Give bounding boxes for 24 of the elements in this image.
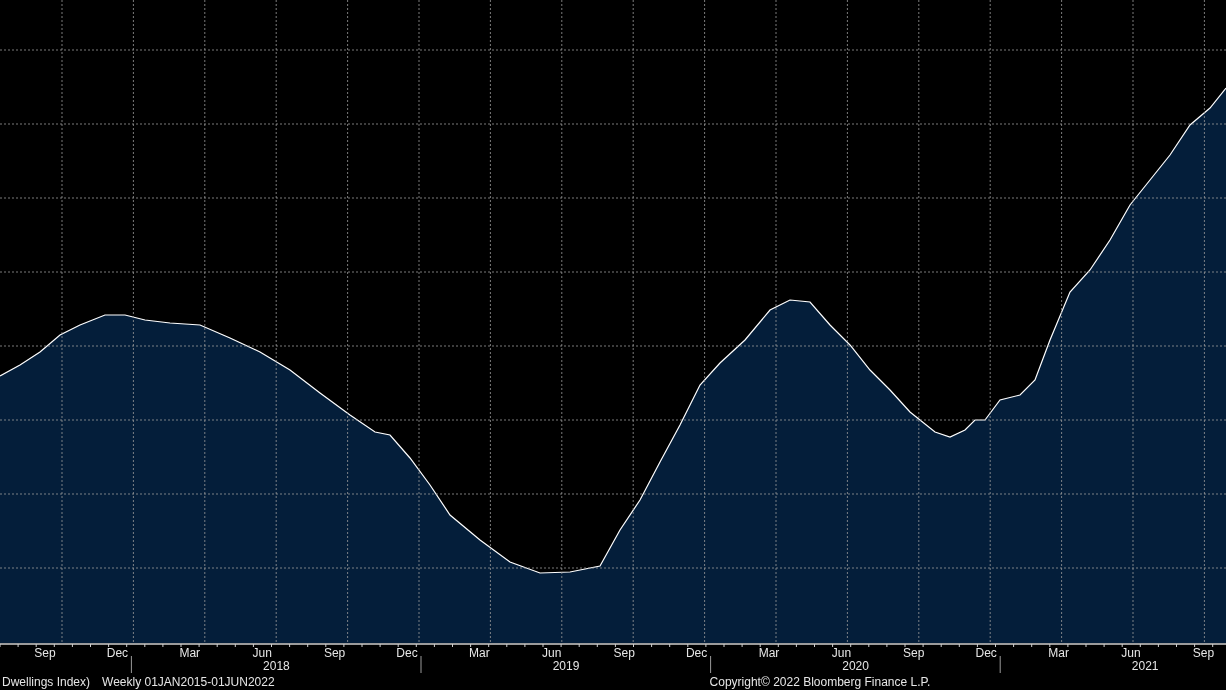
month-label: Mar xyxy=(1048,646,1069,660)
month-label: Sep xyxy=(323,646,346,660)
month-label: Sep xyxy=(613,646,635,660)
month-label: Mar xyxy=(469,646,490,660)
month-label: Dec xyxy=(396,646,418,660)
month-label: Dec xyxy=(685,646,708,660)
month-label: Mar xyxy=(758,646,780,660)
series-name: Dwellings Index) xyxy=(2,675,91,689)
year-label: 2021 xyxy=(1131,659,1159,673)
year-label: 2020 xyxy=(842,659,869,673)
month-label: Dec xyxy=(975,646,997,660)
month-label: Jun xyxy=(831,646,852,660)
month-label: Jun xyxy=(1121,646,1141,660)
copyright-text: Copyright© 2022 Bloomberg Finance L.P. xyxy=(709,675,931,689)
month-label: Jun xyxy=(542,646,562,660)
month-label: Sep xyxy=(903,646,925,660)
month-label: Dec xyxy=(106,646,129,660)
month-label: Sep xyxy=(1192,646,1215,660)
month-label: Sep xyxy=(34,646,56,660)
month-label: Mar xyxy=(179,646,201,660)
year-label: 2018 xyxy=(263,659,290,673)
month-label: Jun xyxy=(252,646,272,660)
year-label: 2019 xyxy=(552,659,580,673)
date-range: Weekly 01JAN2015-01JUN2022 xyxy=(102,675,275,689)
